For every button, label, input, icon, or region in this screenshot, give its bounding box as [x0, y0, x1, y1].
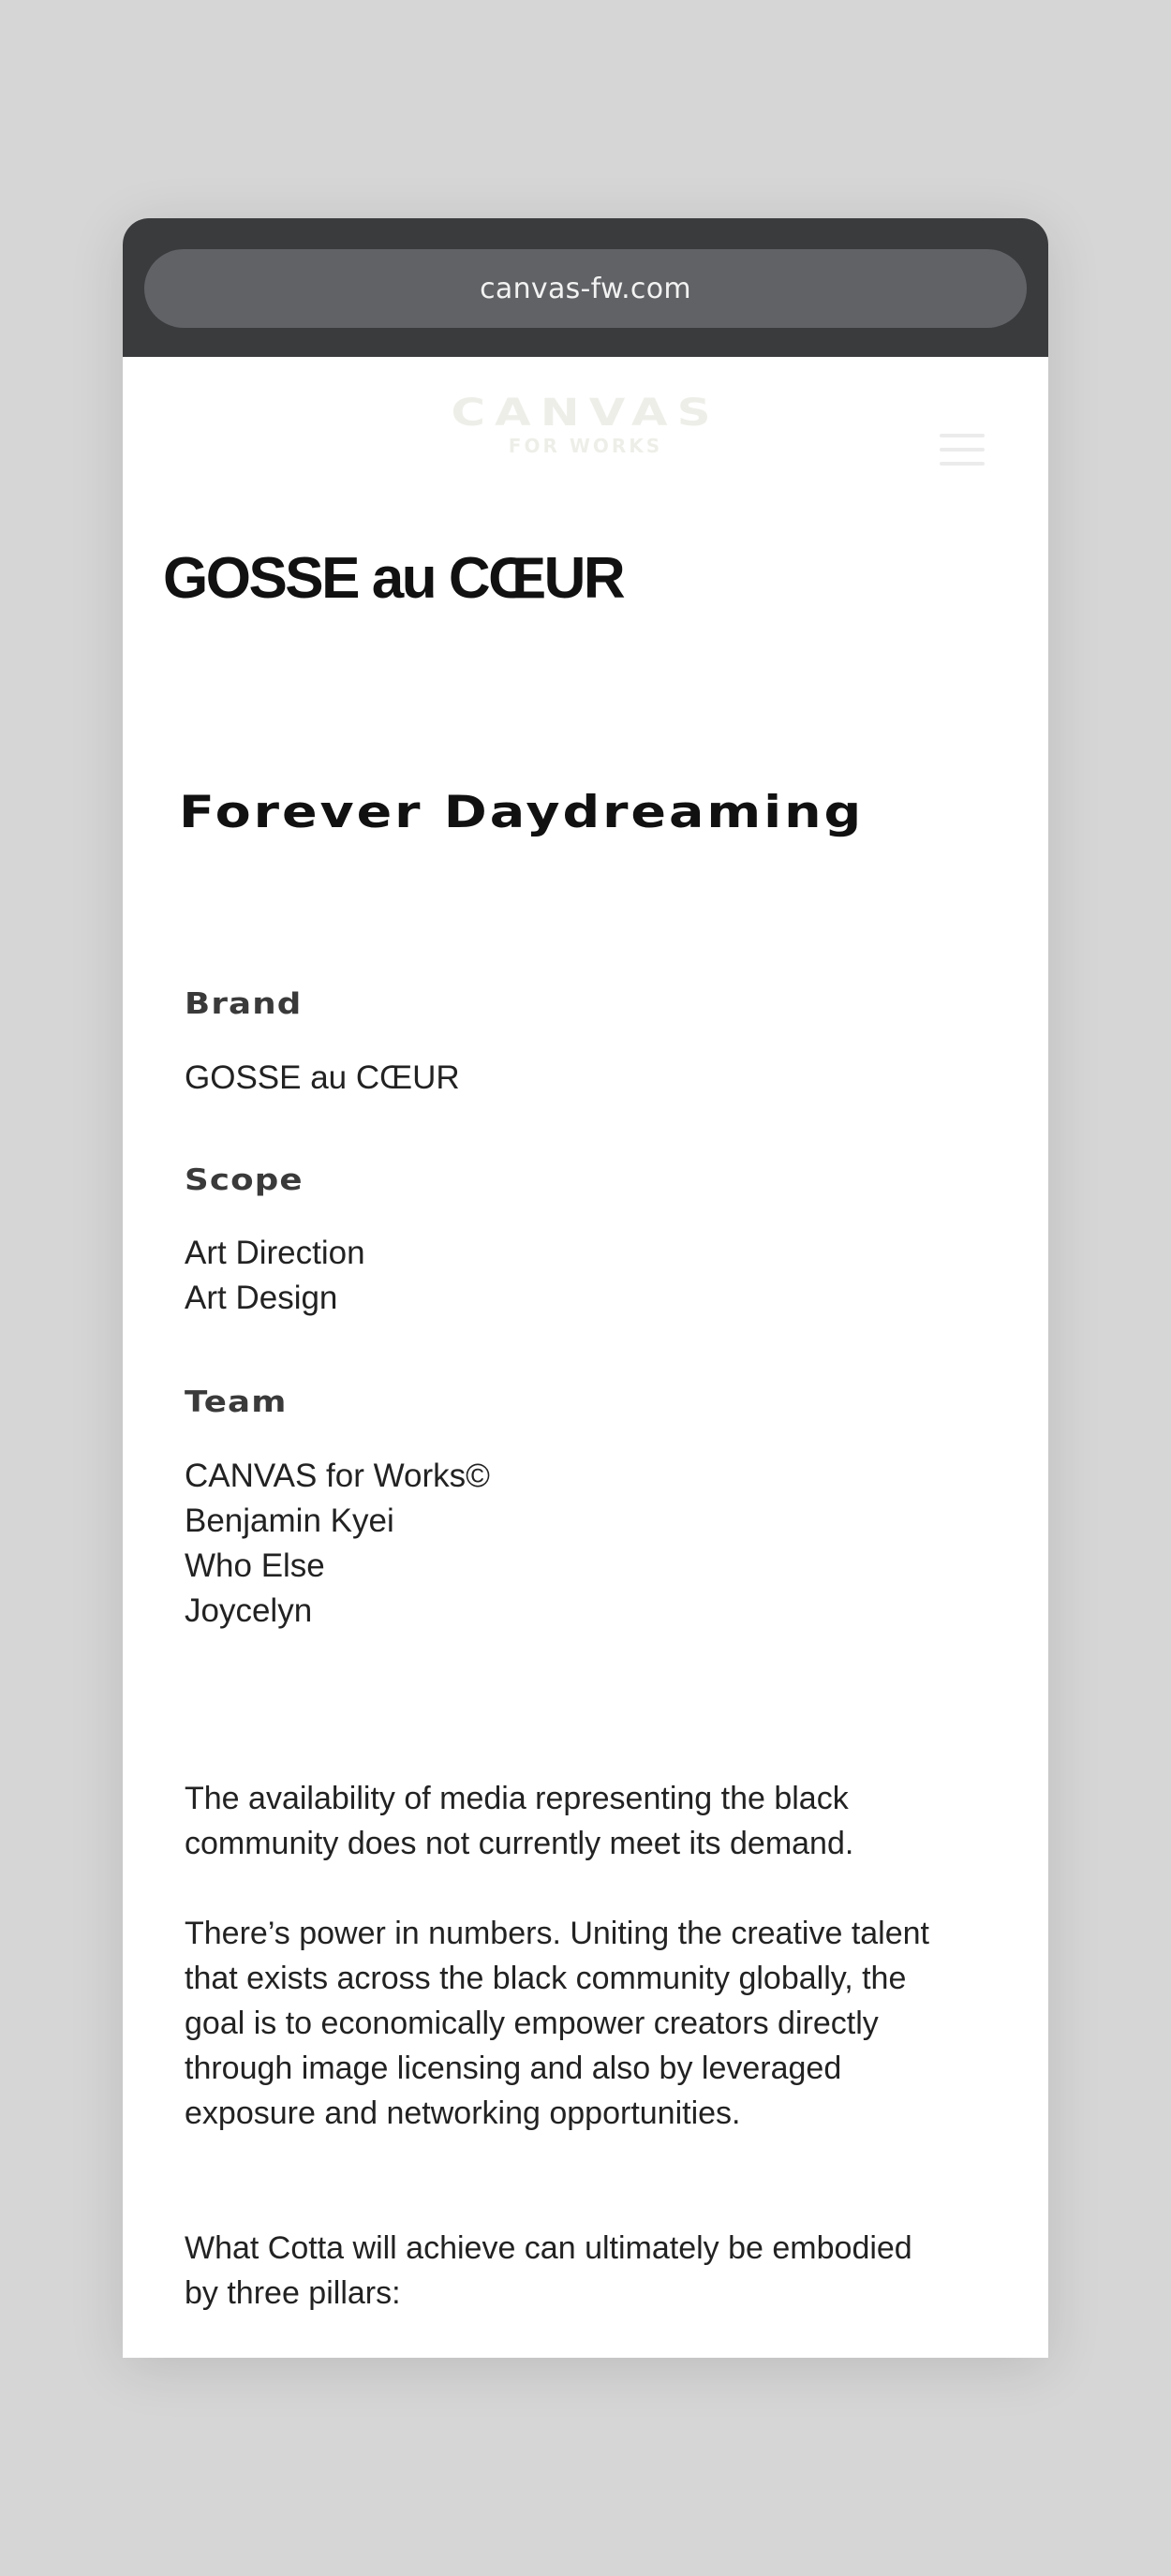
- brand-value-list: GOSSE au CŒUR: [185, 1056, 460, 1101]
- hamburger-menu-icon[interactable]: [940, 434, 985, 466]
- team-label: Team: [185, 1385, 288, 1419]
- team-member: Benjamin Kyei: [185, 1503, 394, 1539]
- browser-bar: canvas-fw.com: [123, 218, 1048, 357]
- team-member: Joycelyn: [185, 1592, 313, 1629]
- address-bar[interactable]: canvas-fw.com: [144, 249, 1027, 328]
- scope-value: Art Design: [185, 1280, 338, 1316]
- brand-value: GOSSE au CŒUR: [185, 1059, 460, 1096]
- site-header: CANVAS FOR WORKS: [123, 357, 1048, 497]
- body-paragraph: What Cotta will achieve can ultimately b…: [185, 2230, 912, 2311]
- logo-wordmark: CANVAS: [451, 392, 720, 435]
- brand-label: Brand: [185, 987, 303, 1021]
- team-member: CANVAS for Works©: [185, 1458, 490, 1494]
- team-value-list: CANVAS for Works© Benjamin Kyei Who Else…: [185, 1454, 490, 1634]
- phone-frame: canvas-fw.com CANVAS FOR WORKS GOSSE au …: [123, 218, 1048, 2358]
- scope-value: Art Direction: [185, 1235, 365, 1271]
- page-title: GOSSE au CŒUR: [163, 546, 626, 611]
- logo-subtitle: FOR WORKS: [508, 435, 663, 457]
- scope-value-list: Art Direction Art Design: [185, 1231, 365, 1321]
- body-paragraph: The availability of media representing t…: [185, 1781, 854, 1861]
- body-paragraph: There’s power in numbers. Uniting the cr…: [185, 1916, 929, 2131]
- address-bar-url: canvas-fw.com: [480, 272, 691, 305]
- project-title: Forever Daydreaming: [179, 787, 865, 838]
- scope-label: Scope: [185, 1163, 304, 1197]
- site-logo[interactable]: CANVAS FOR WORKS: [450, 392, 721, 460]
- team-member: Who Else: [185, 1547, 325, 1584]
